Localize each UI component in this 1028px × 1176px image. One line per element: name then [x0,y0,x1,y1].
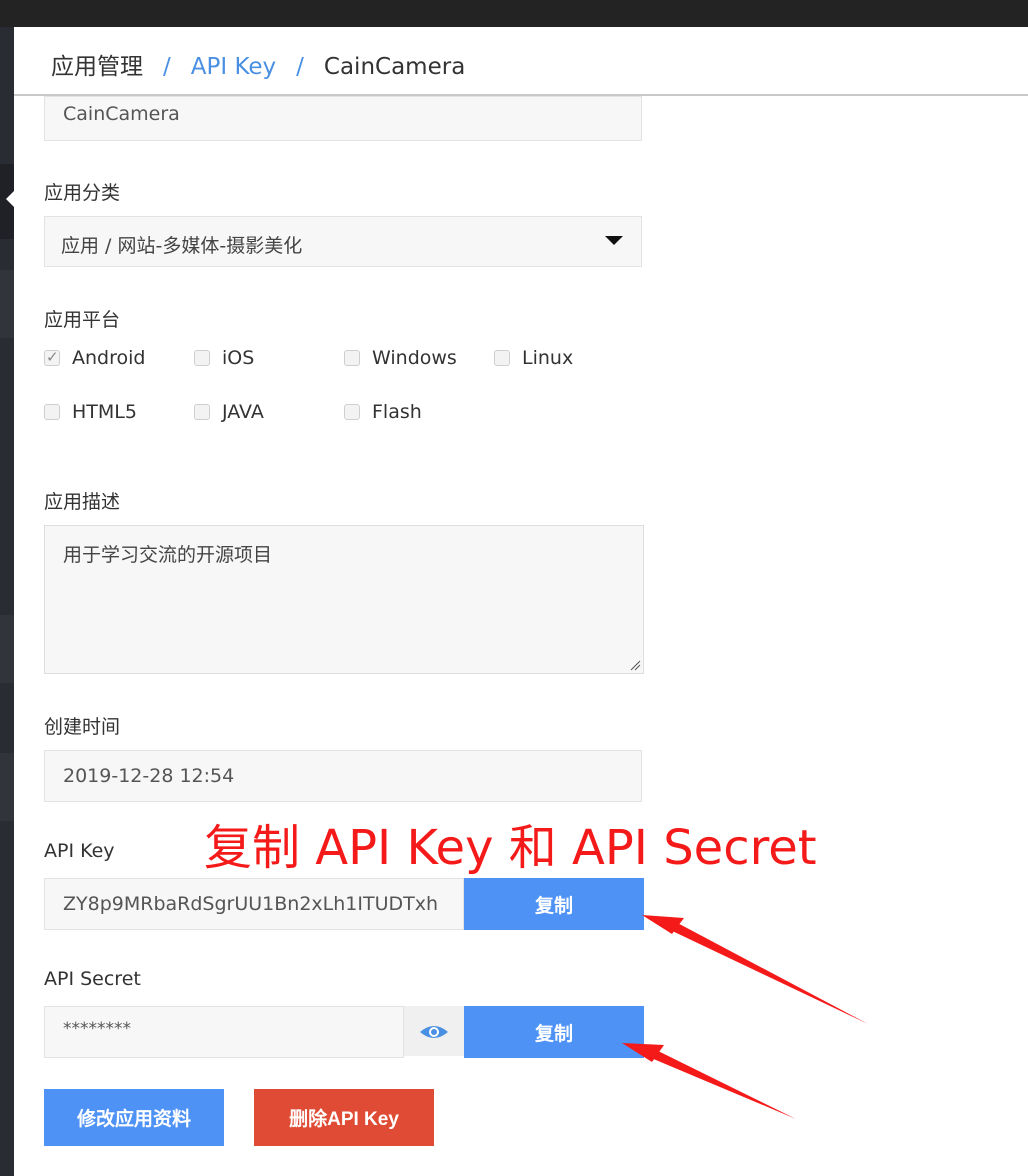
annotation-arrow-icon [642,915,868,1024]
annotation-arrow-icon [622,1043,796,1119]
annotation-arrows [622,915,868,1119]
